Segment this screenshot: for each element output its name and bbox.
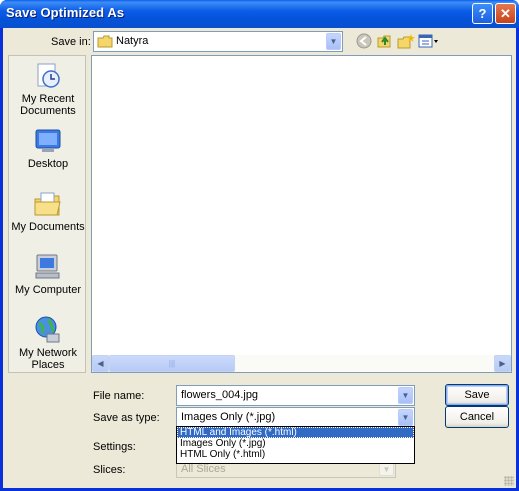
place-label: My Recent Documents [20,93,76,117]
save-as-type-select[interactable]: Images Only (*.jpg) ▼ [176,407,415,428]
slices-value: All Slices [181,463,226,475]
place-recent-documents[interactable]: My Recent Documents [9,61,87,117]
save-in-label: Save in: [51,36,91,48]
my-computer-icon [35,254,60,279]
help-button[interactable]: ? [472,3,493,24]
horizontal-scrollbar[interactable]: ◀ ||| ▶ [92,355,511,372]
file-name-label: File name: [93,390,145,402]
dropdown-option[interactable]: Images Only (*.jpg) [177,438,414,449]
scroll-right-icon[interactable]: ▶ [494,355,511,372]
chevron-down-icon[interactable]: ▼ [326,33,341,50]
chevron-down-icon: ▼ [379,462,394,476]
place-my-documents[interactable]: My Documents [9,189,87,233]
file-list-view[interactable]: ◀ ||| ▶ [91,55,512,373]
close-button[interactable]: ✕ [495,3,516,24]
place-label: My Computer [14,284,82,296]
dropdown-option[interactable]: HTML and Images (*.html) [177,427,414,438]
title-bar[interactable]: Save Optimized As ? ✕ [0,0,519,28]
network-places-icon [35,316,60,343]
file-name-input[interactable]: flowers_004.jpg ▼ [176,385,415,406]
save-button[interactable]: Save [445,384,509,406]
resize-grip[interactable] [504,476,514,486]
save-as-type-value: Images Only (*.jpg) [181,411,276,423]
place-label: Desktop [27,158,69,170]
desktop-icon [35,129,61,152]
chevron-down-icon[interactable]: ▼ [398,387,413,404]
save-in-value: Natyra [116,35,149,47]
folder-icon [97,35,113,48]
settings-label: Settings: [93,441,136,453]
place-desktop[interactable]: Desktop [9,126,87,170]
place-network-places[interactable]: My Network Places [9,315,87,371]
scroll-left-icon[interactable]: ◀ [92,355,109,372]
back-icon[interactable] [355,33,373,49]
place-my-computer[interactable]: My Computer [9,252,87,296]
place-label: My Network Places [18,347,78,371]
file-name-value: flowers_004.jpg [181,389,259,401]
slices-label: Slices: [93,464,126,476]
place-label: My Documents [11,221,85,233]
view-menu-icon[interactable] [418,33,440,49]
scrollbar-thumb[interactable]: ||| [109,355,235,372]
save-as-type-label: Save as type: [93,412,160,424]
new-folder-icon[interactable] [397,33,415,49]
my-documents-icon [34,192,61,216]
dialog-client-area: Save in: Natyra ▼ My Recent Documents De… [3,28,516,488]
recent-documents-icon [37,63,60,88]
save-as-type-dropdown-list[interactable]: HTML and Images (*.html) Images Only (*.… [176,426,415,464]
chevron-down-icon[interactable]: ▼ [398,409,413,426]
places-bar: My Recent Documents Desktop My Documents [8,55,86,373]
save-in-combobox[interactable]: Natyra ▼ [93,31,343,52]
save-optimized-as-dialog: Save Optimized As ? ✕ Save in: Natyra ▼ [0,0,519,491]
up-folder-icon[interactable] [376,33,394,49]
dropdown-option[interactable]: HTML Only (*.html) [177,449,414,460]
cancel-button[interactable]: Cancel [445,406,509,428]
window-title: Save Optimized As [6,5,125,20]
